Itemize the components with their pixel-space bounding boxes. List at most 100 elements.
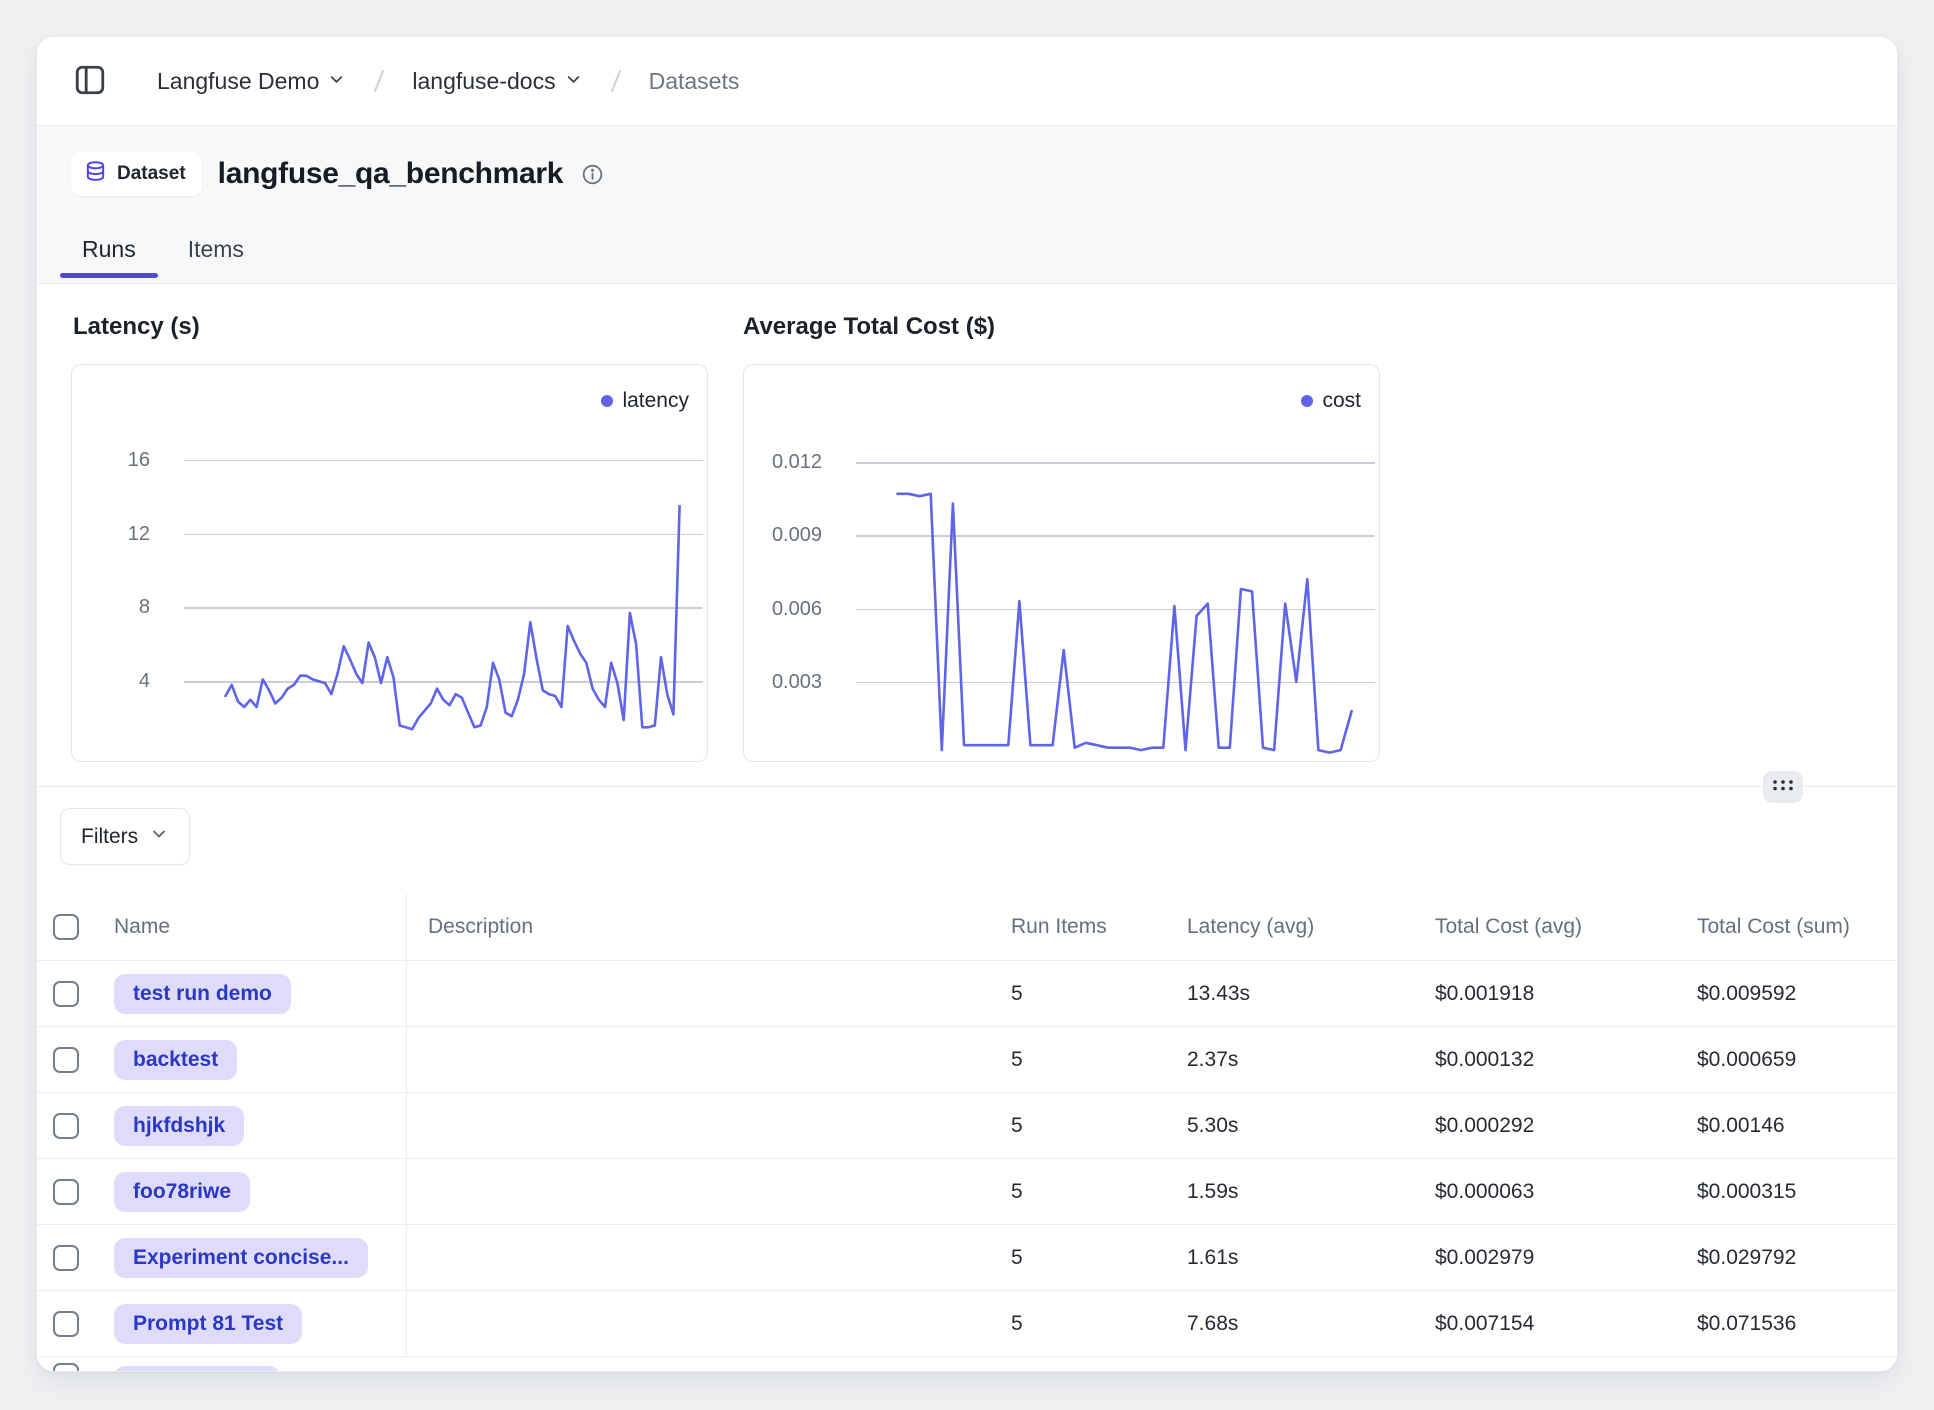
latency-chart-legend: latency [601, 389, 689, 413]
dataset-badge-label: Dataset [117, 163, 186, 185]
table-row[interactable]: foo78riwe 5 1.59s $0.000063 $0.000315 [37, 1159, 1897, 1225]
top-bar: Langfuse Demo langfuse-docs Datasets [37, 37, 1897, 126]
legend-dot-icon [601, 395, 613, 407]
cost-chart: cost 0.0120.0090.0060.003 [743, 364, 1380, 762]
table-row[interactable]: backtest 5 2.37s $0.000132 $0.000659 [37, 1027, 1897, 1093]
table-row[interactable]: Experiment concise... 5 1.61s $0.002979 … [37, 1225, 1897, 1291]
run-name-chip[interactable]: hjkfdshjk [114, 1106, 244, 1146]
run-items-count: 5 [991, 982, 1167, 1006]
run-total-cost-avg: $0.007154 [1415, 1312, 1677, 1336]
table-row-partial [37, 1357, 1897, 1372]
tab-list: Runs Items [60, 221, 266, 278]
select-all-checkbox[interactable] [53, 914, 79, 940]
breadcrumb-page[interactable]: Datasets [649, 68, 740, 95]
run-name-chip[interactable] [114, 1366, 280, 1372]
run-items-count: 5 [991, 1048, 1167, 1072]
table-row[interactable]: Prompt 81 Test 5 7.68s $0.007154 $0.0715… [37, 1291, 1897, 1357]
run-total-cost-sum: $0.00146 [1677, 1114, 1898, 1138]
run-items-count: 5 [991, 1246, 1167, 1270]
breadcrumb-page-label: Datasets [649, 68, 740, 95]
breadcrumb-project-dropdown[interactable]: langfuse-docs [412, 68, 582, 95]
column-header-description: Description [407, 915, 991, 939]
run-items-count: 5 [991, 1180, 1167, 1204]
column-header-total-cost-avg: Total Cost (avg) [1415, 915, 1677, 939]
run-name-chip[interactable]: Prompt 81 Test [114, 1304, 302, 1344]
column-header-name: Name [91, 894, 407, 960]
grip-dots-icon [1770, 777, 1796, 798]
breadcrumb: Langfuse Demo langfuse-docs Datasets [157, 67, 739, 95]
tab-items-label: Items [188, 236, 244, 263]
table-row[interactable]: hjkfdshjk 5 5.30s $0.000292 $0.00146 [37, 1093, 1897, 1159]
run-latency-avg: 13.43s [1167, 982, 1415, 1006]
row-checkbox[interactable] [53, 1179, 79, 1205]
charts-section: Latency (s) Average Total Cost ($) laten… [37, 284, 1897, 787]
run-items-count: 5 [991, 1312, 1167, 1336]
filters-button[interactable]: Filters [60, 808, 190, 865]
row-checkbox[interactable] [53, 1311, 79, 1337]
run-total-cost-sum: $0.009592 [1677, 982, 1898, 1006]
run-total-cost-avg: $0.000132 [1415, 1048, 1677, 1072]
legend-label: latency [622, 389, 689, 413]
tab-items[interactable]: Items [166, 221, 266, 278]
run-latency-avg: 1.61s [1167, 1246, 1415, 1270]
resize-drag-handle[interactable] [1763, 771, 1803, 803]
chevron-down-icon [327, 68, 346, 95]
column-header-latency-avg: Latency (avg) [1167, 915, 1415, 939]
row-checkbox[interactable] [53, 1245, 79, 1271]
run-latency-avg: 1.59s [1167, 1180, 1415, 1204]
run-name-chip[interactable]: foo78riwe [114, 1172, 250, 1212]
column-header-run-items: Run Items [991, 915, 1167, 939]
run-total-cost-avg: $0.001918 [1415, 982, 1677, 1006]
dataset-header-band: Dataset langfuse_qa_benchmark Runs Items [37, 126, 1897, 284]
database-icon [84, 160, 107, 188]
filters-section: Filters [37, 787, 1897, 894]
run-name-chip[interactable]: test run demo [114, 974, 291, 1014]
latency-chart: latency 161284 [71, 364, 708, 762]
page-title: langfuse_qa_benchmark [218, 157, 564, 191]
run-items-count: 5 [991, 1114, 1167, 1138]
row-checkbox[interactable] [53, 1113, 79, 1139]
tab-runs-label: Runs [82, 236, 136, 263]
filters-button-label: Filters [81, 825, 138, 849]
sidebar-toggle-button[interactable] [73, 64, 107, 98]
latency-line-series [72, 365, 709, 763]
breadcrumb-separator [368, 67, 390, 95]
run-total-cost-avg: $0.000292 [1415, 1114, 1677, 1138]
panel-left-icon [73, 63, 107, 100]
run-total-cost-sum: $0.000659 [1677, 1048, 1898, 1072]
run-latency-avg: 5.30s [1167, 1114, 1415, 1138]
cost-chart-title: Average Total Cost ($) [743, 313, 995, 341]
tab-runs[interactable]: Runs [60, 221, 158, 278]
run-total-cost-avg: $0.000063 [1415, 1180, 1677, 1204]
row-checkbox[interactable] [53, 981, 79, 1007]
chevron-down-icon [149, 824, 169, 850]
legend-dot-icon [1301, 395, 1313, 407]
breadcrumb-org-dropdown[interactable]: Langfuse Demo [157, 68, 346, 95]
cost-chart-legend: cost [1301, 389, 1361, 413]
run-latency-avg: 2.37s [1167, 1048, 1415, 1072]
chevron-down-icon [564, 68, 583, 95]
row-checkbox[interactable] [53, 1363, 79, 1372]
legend-label: cost [1322, 389, 1361, 413]
runs-table: Name Description Run Items Latency (avg)… [37, 894, 1897, 1372]
run-total-cost-sum: $0.029792 [1677, 1246, 1898, 1270]
breadcrumb-project-label: langfuse-docs [412, 68, 555, 95]
cost-line-series [744, 365, 1381, 763]
info-icon[interactable] [581, 163, 604, 186]
run-name-chip[interactable]: backtest [114, 1040, 237, 1080]
latency-chart-title: Latency (s) [73, 313, 200, 341]
run-latency-avg: 7.68s [1167, 1312, 1415, 1336]
breadcrumb-org-label: Langfuse Demo [157, 68, 319, 95]
main-card: Langfuse Demo langfuse-docs Datasets [36, 36, 1898, 1372]
run-total-cost-sum: $0.000315 [1677, 1180, 1898, 1204]
breadcrumb-separator [605, 67, 627, 95]
column-header-total-cost-sum: Total Cost (sum) [1677, 915, 1898, 939]
table-header-row: Name Description Run Items Latency (avg)… [37, 894, 1897, 961]
run-name-chip[interactable]: Experiment concise... [114, 1238, 368, 1278]
run-total-cost-avg: $0.002979 [1415, 1246, 1677, 1270]
row-checkbox[interactable] [53, 1047, 79, 1073]
table-body: test run demo 5 13.43s $0.001918 $0.0095… [37, 961, 1897, 1357]
dataset-badge: Dataset [71, 152, 202, 196]
table-row[interactable]: test run demo 5 13.43s $0.001918 $0.0095… [37, 961, 1897, 1027]
run-total-cost-sum: $0.071536 [1677, 1312, 1898, 1336]
